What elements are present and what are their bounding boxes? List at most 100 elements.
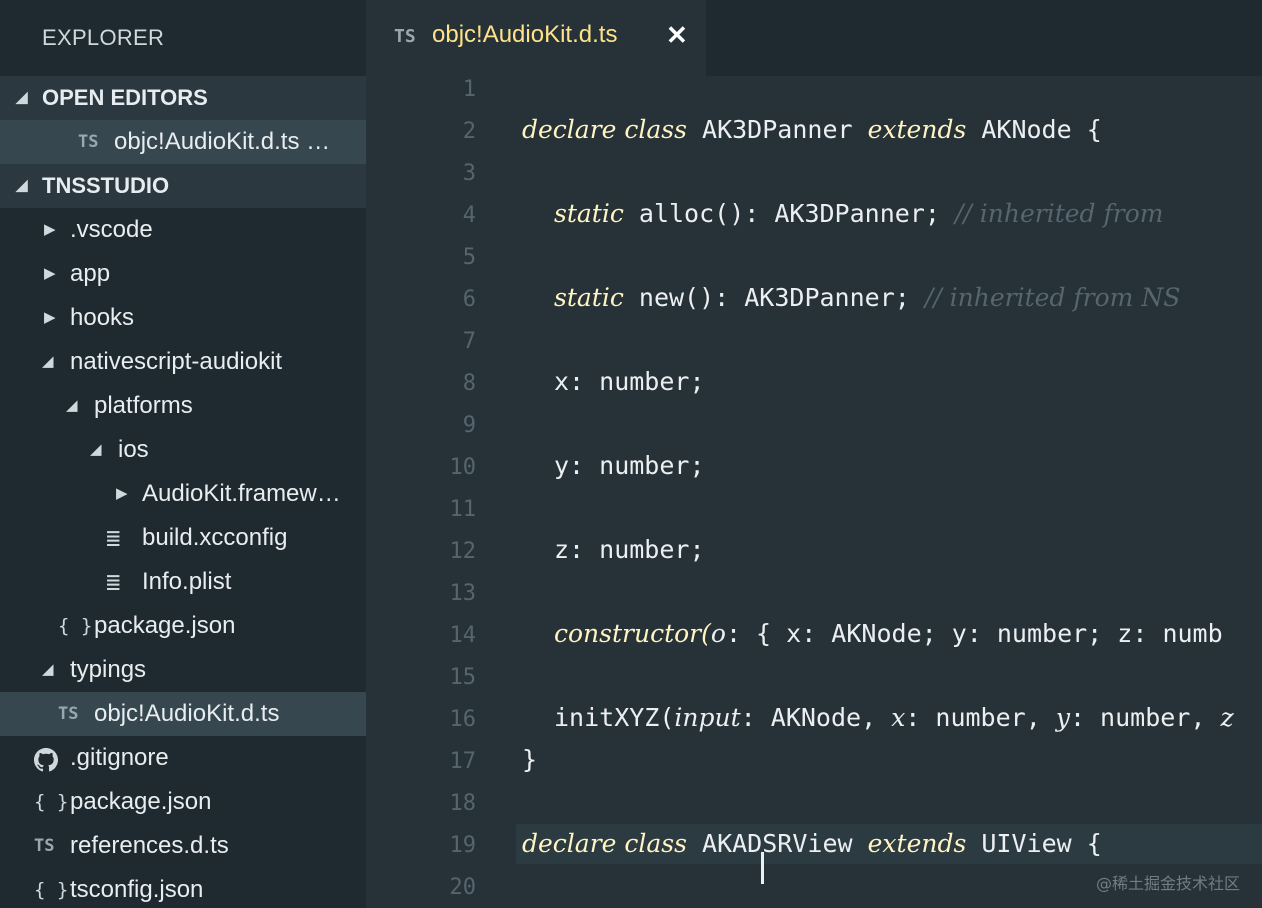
code-editor[interactable]: 1 2 3 4 5 6 7 8 9 10 11 12 13 14 15 16 1… [366,76,1262,908]
tree-item-audiokit-dts[interactable]: TS objc!AudioKit.d.ts [0,692,366,736]
parameter: input [674,703,741,732]
tree-item-package-json[interactable]: { } package.json [0,780,366,824]
line-number: 13 [449,581,477,606]
line-number: 9 [462,413,476,438]
tree-item-label: objc!AudioKit.d.ts [94,700,280,727]
open-editor-label: objc!AudioKit.d.ts … [114,128,331,155]
project-label: TNSSTUDIO [42,173,170,198]
parameter: z [1220,703,1234,732]
tree-item-label: .gitignore [70,744,169,771]
tree-item-hooks[interactable]: ▶ hooks [0,296,366,340]
parameter: y [1055,703,1070,732]
keyword: extends [867,115,967,144]
line-number: 3 [462,161,476,186]
tree-item-label: references.d.ts [70,832,229,859]
tree-item-tsconfig-json[interactable]: { } tsconfig.json [0,868,366,908]
project-header[interactable]: ◢ TNSSTUDIO [0,164,366,208]
open-editors-header[interactable]: ◢ OPEN EDITORS [0,76,366,120]
collapse-icon: ◢ [16,89,28,106]
typescript-file-icon: TS [34,836,55,856]
tree-item-label: typings [70,656,147,683]
typescript-file-icon: TS [78,132,99,152]
line-number: 2 [462,119,476,144]
line-number: 19 [449,833,477,858]
line-number: 14 [449,623,477,648]
class-name: SRView [762,829,853,858]
chevron-down-icon: ◢ [66,397,78,414]
tree-item-label: nativescript-audiokit [70,348,283,375]
explorer-sidebar: EXPLORER ◢ OPEN EDITORS TS objc!AudioKit… [0,0,366,908]
tree-item-label: platforms [94,392,193,419]
tree-item-label: tsconfig.json [70,876,204,903]
keyword: constructor( [554,619,711,648]
tree-item-typings[interactable]: ◢ typings [0,648,366,692]
keyword: extends [867,829,967,858]
tree-item-label: AudioKit.framew… [142,480,341,507]
keyword: declare class [522,829,687,858]
chevron-right-icon: ▶ [44,221,56,238]
tree-item-app[interactable]: ▶ app [0,252,366,296]
line-number: 1 [462,77,476,102]
tree-item-label: ios [118,436,149,463]
tree-item-label: .vscode [70,216,153,243]
tree-item-info-plist[interactable]: ≣ Info.plist [0,560,366,604]
close-icon[interactable]: ✕ [666,20,688,51]
json-braces-icon: { } [58,615,93,637]
tab-label: objc!AudioKit.d.ts [432,21,618,48]
code-text: alloc(): AK3DPanner; [638,199,940,228]
tree-item-references-dts[interactable]: TS references.d.ts [0,824,366,868]
line-number: 11 [449,497,477,522]
code-line: constructor(o: { x: AKNode; y: number; z… [554,618,1223,650]
chevron-down-icon: ◢ [42,353,54,370]
code-text: : { x: AKNode; y: number; z: numb [725,619,1223,648]
code-line: x: number; [554,367,705,396]
code-text: : number, [1069,703,1221,732]
tree-item-label: package.json [94,612,236,639]
code-text: initXYZ( [554,703,675,732]
code-line: } [522,745,538,774]
keyword: declare class [522,115,687,144]
tree-item-platforms[interactable]: ◢ platforms [0,384,366,428]
code-line: initXYZ(input: AKNode, x: number, y: num… [554,702,1234,734]
tree-item-package-json-nested[interactable]: { } package.json [0,604,366,648]
tree-item-build-xcconfig[interactable]: ≣ build.xcconfig [0,516,366,560]
chevron-right-icon: ▶ [116,485,128,502]
tree-item-gitignore[interactable]: .gitignore [0,736,366,780]
watermark: @稀土掘金技术社区 [1095,874,1240,893]
typescript-file-icon: TS [394,26,416,47]
comment: // inherited from [954,199,1164,228]
line-number: 6 [462,287,476,312]
line-number: 18 [449,791,477,816]
tab-audiokit-dts[interactable]: TS objc!AudioKit.d.ts ✕ [366,0,706,76]
tree-item-label: build.xcconfig [142,524,288,551]
line-number: 7 [462,329,476,354]
tree-item-nativescript-audiokit[interactable]: ◢ nativescript-audiokit [0,340,366,384]
chevron-right-icon: ▶ [44,265,56,282]
code-line: static alloc(): AK3DPanner; // inherited… [554,198,1163,230]
line-number: 10 [449,455,477,480]
class-name: AKAD [702,829,763,858]
tree-item-vscode[interactable]: ▶ .vscode [0,208,366,252]
keyword: static [554,283,624,312]
tree-item-label: package.json [70,788,212,815]
tree-item-audiokit-framework[interactable]: ▶ AudioKit.framew… [0,472,366,516]
open-editors-label: OPEN EDITORS [42,85,208,110]
base-class: UIView { [981,829,1102,858]
code-line: y: number; [554,451,705,480]
line-number: 17 [449,749,477,774]
line-number: 4 [462,203,476,228]
tree-item-label: app [70,260,111,287]
open-editor-item[interactable]: TS objc!AudioKit.d.ts … [0,120,366,164]
tree-item-ios[interactable]: ◢ ios [0,428,366,472]
chevron-down-icon: ◢ [90,441,102,458]
json-braces-icon: { } [34,879,69,901]
file-lines-icon: ≣ [106,568,121,596]
code-line: z: number; [554,535,705,564]
code-text: : AKNode, [740,703,892,732]
line-number: 12 [449,539,477,564]
tree-item-label: hooks [70,304,135,331]
chevron-down-icon: ◢ [42,661,54,678]
code-text: new(): AK3DPanner; [638,283,910,312]
typescript-file-icon: TS [58,704,79,724]
keyword: static [554,199,624,228]
